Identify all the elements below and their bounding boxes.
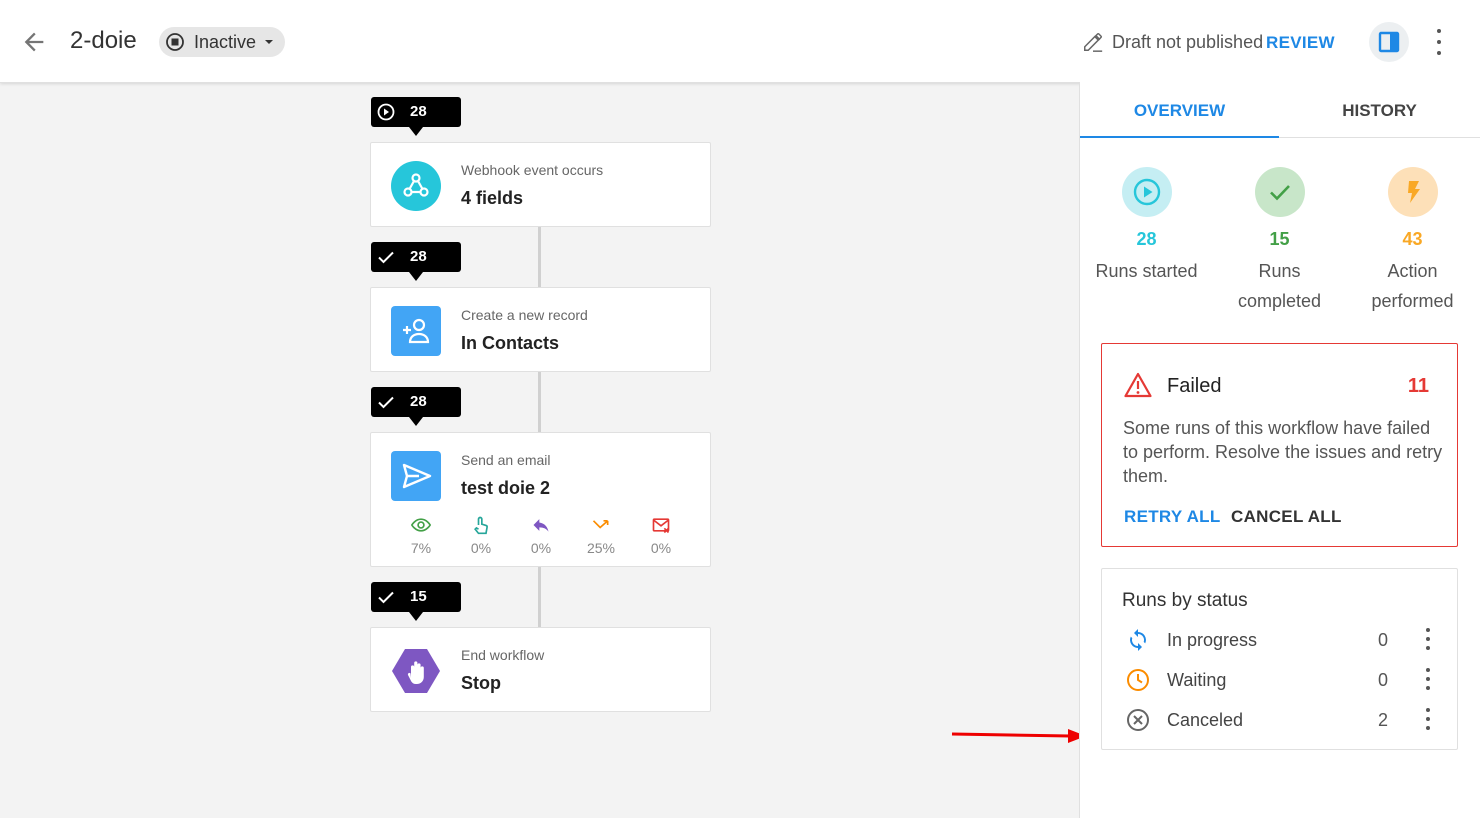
- bounce-icon: [592, 520, 609, 529]
- step-count-badge: 28: [371, 242, 461, 281]
- back-arrow-icon[interactable]: [20, 28, 48, 56]
- pencil-icon: [1084, 33, 1103, 52]
- tab-overview[interactable]: OVERVIEW: [1080, 82, 1279, 138]
- side-panel-icon: [1378, 31, 1400, 53]
- status-dropdown[interactable]: Inactive: [159, 27, 285, 57]
- step-count-badge: 28: [371, 387, 461, 426]
- reply-icon: [533, 519, 549, 532]
- kpi-value: 43: [1402, 229, 1423, 249]
- workflow-step-send-email[interactable]: Send an email test doie 2 7% 0% 0% 25% 0…: [370, 432, 711, 567]
- side-panel-toggle-button[interactable]: [1369, 22, 1409, 62]
- lightning-icon: [1387, 167, 1438, 217]
- failed-runs-card: Failed 11 Some runs of this workflow hav…: [1101, 343, 1458, 547]
- connector-line: [538, 227, 541, 287]
- status-row-in-progress[interactable]: In progress 0: [1102, 625, 1457, 655]
- workflow-canvas: 28 Webhook event occurs 4 fields 28 Crea…: [0, 82, 1086, 818]
- workflow-step-create-record[interactable]: Create a new record In Contacts: [370, 287, 711, 372]
- step-count-badge: 15: [371, 582, 461, 621]
- touch-icon: [474, 516, 488, 535]
- status-label: In progress: [1167, 630, 1258, 650]
- play-circle-icon: [1121, 167, 1172, 217]
- step-subtitle: End workflow: [461, 647, 545, 663]
- webhook-icon: [391, 161, 441, 211]
- connector-line: [538, 372, 541, 432]
- status-row-waiting[interactable]: Waiting 0: [1102, 665, 1457, 695]
- panel-tabs: OVERVIEW HISTORY: [1080, 82, 1480, 138]
- side-panel: OVERVIEW HISTORY 28 Runs started 15 Runs…: [1079, 82, 1480, 818]
- step-count-badge: 28: [371, 97, 461, 136]
- failed-description: Some runs of this workflow have failed t…: [1123, 418, 1443, 486]
- workflow-title: 2-doie: [70, 27, 137, 54]
- runs-by-status-card: Runs by status In progress 0 Waiting 0 C…: [1101, 568, 1458, 750]
- badge-count: 28: [410, 103, 427, 120]
- caret-down-icon: [265, 40, 274, 44]
- badge-count: 28: [410, 248, 427, 265]
- check-icon: [378, 251, 394, 264]
- kpi-runs-completed: 15 Runs completed: [1213, 167, 1346, 316]
- kpi-label: Runs completed: [1237, 261, 1322, 311]
- status-label: Inactive: [194, 31, 257, 52]
- check-icon: [378, 396, 394, 409]
- red-arrow-annotation: [951, 729, 1086, 743]
- cancel-circle-icon: [1127, 709, 1149, 731]
- step-subtitle: Webhook event occurs: [461, 162, 604, 178]
- status-count: 0: [1378, 630, 1389, 650]
- stat-unsubscribed: 0%: [631, 515, 691, 556]
- check-icon: [1254, 167, 1305, 217]
- row-more-options-icon[interactable]: [1425, 708, 1431, 730]
- draft-status: Draft not published: [1082, 31, 1263, 53]
- workflow-step-trigger[interactable]: Webhook event occurs 4 fields: [370, 142, 711, 227]
- runs-by-status-title: Runs by status: [1122, 590, 1248, 611]
- kpi-value: 28: [1136, 229, 1157, 249]
- connector-line: [538, 567, 541, 627]
- status-label: Canceled: [1167, 710, 1244, 730]
- kpi-actions-performed: 43 Action performed: [1346, 167, 1479, 316]
- clock-icon: [1127, 669, 1149, 691]
- step-subtitle: Create a new record: [461, 307, 588, 323]
- step-title: test doie 2: [461, 478, 551, 498]
- badge-count: 15: [410, 588, 427, 605]
- kpi-value: 15: [1269, 229, 1290, 249]
- status-count: 2: [1378, 710, 1389, 730]
- check-icon: [378, 591, 394, 604]
- draft-text: Draft not published: [1112, 31, 1264, 52]
- retry-all-button[interactable]: RETRY ALL: [1124, 507, 1221, 527]
- stop-hand-icon: [392, 649, 440, 693]
- step-title: Stop: [461, 673, 501, 693]
- badge-count: 28: [410, 393, 427, 410]
- step-title: 4 fields: [461, 188, 524, 208]
- sync-icon: [1130, 629, 1146, 651]
- tab-history[interactable]: HISTORY: [1280, 82, 1479, 137]
- status-row-canceled[interactable]: Canceled 2: [1102, 705, 1457, 735]
- status-count: 0: [1378, 670, 1389, 690]
- unsubscribe-mail-icon: [652, 518, 670, 534]
- row-more-options-icon[interactable]: [1425, 628, 1431, 650]
- stat-bounced: 25%: [571, 515, 631, 556]
- add-contact-icon: [391, 306, 441, 356]
- play-circle-icon: [377, 103, 395, 121]
- stat-replied: 0%: [511, 515, 571, 556]
- stop-circle-icon: [166, 33, 184, 51]
- warning-triangle-icon: [1124, 372, 1152, 398]
- step-title: In Contacts: [461, 333, 560, 353]
- workflow-step-end[interactable]: End workflow Stop: [370, 627, 711, 712]
- kpi-label: Action performed: [1371, 261, 1454, 311]
- more-options-icon[interactable]: [1428, 29, 1450, 55]
- failed-title: Failed: [1167, 375, 1222, 397]
- status-label: Waiting: [1167, 670, 1227, 690]
- kpi-label: Runs started: [1095, 261, 1198, 281]
- stat-opened: 7%: [391, 515, 451, 556]
- send-icon: [391, 451, 441, 501]
- failed-count: 11: [1407, 375, 1429, 397]
- kpi-runs-started: 28 Runs started: [1080, 167, 1213, 286]
- cancel-all-button[interactable]: CANCEL ALL: [1231, 507, 1342, 527]
- email-stats: 7% 0% 0% 25% 0%: [391, 515, 691, 559]
- row-more-options-icon[interactable]: [1425, 668, 1431, 690]
- stat-clicked: 0%: [451, 515, 511, 556]
- eye-icon: [411, 518, 431, 532]
- review-button[interactable]: REVIEW: [1266, 33, 1335, 53]
- top-bar: 2-doie Inactive Draft not published REVI…: [0, 0, 1480, 83]
- step-subtitle: Send an email: [461, 452, 551, 468]
